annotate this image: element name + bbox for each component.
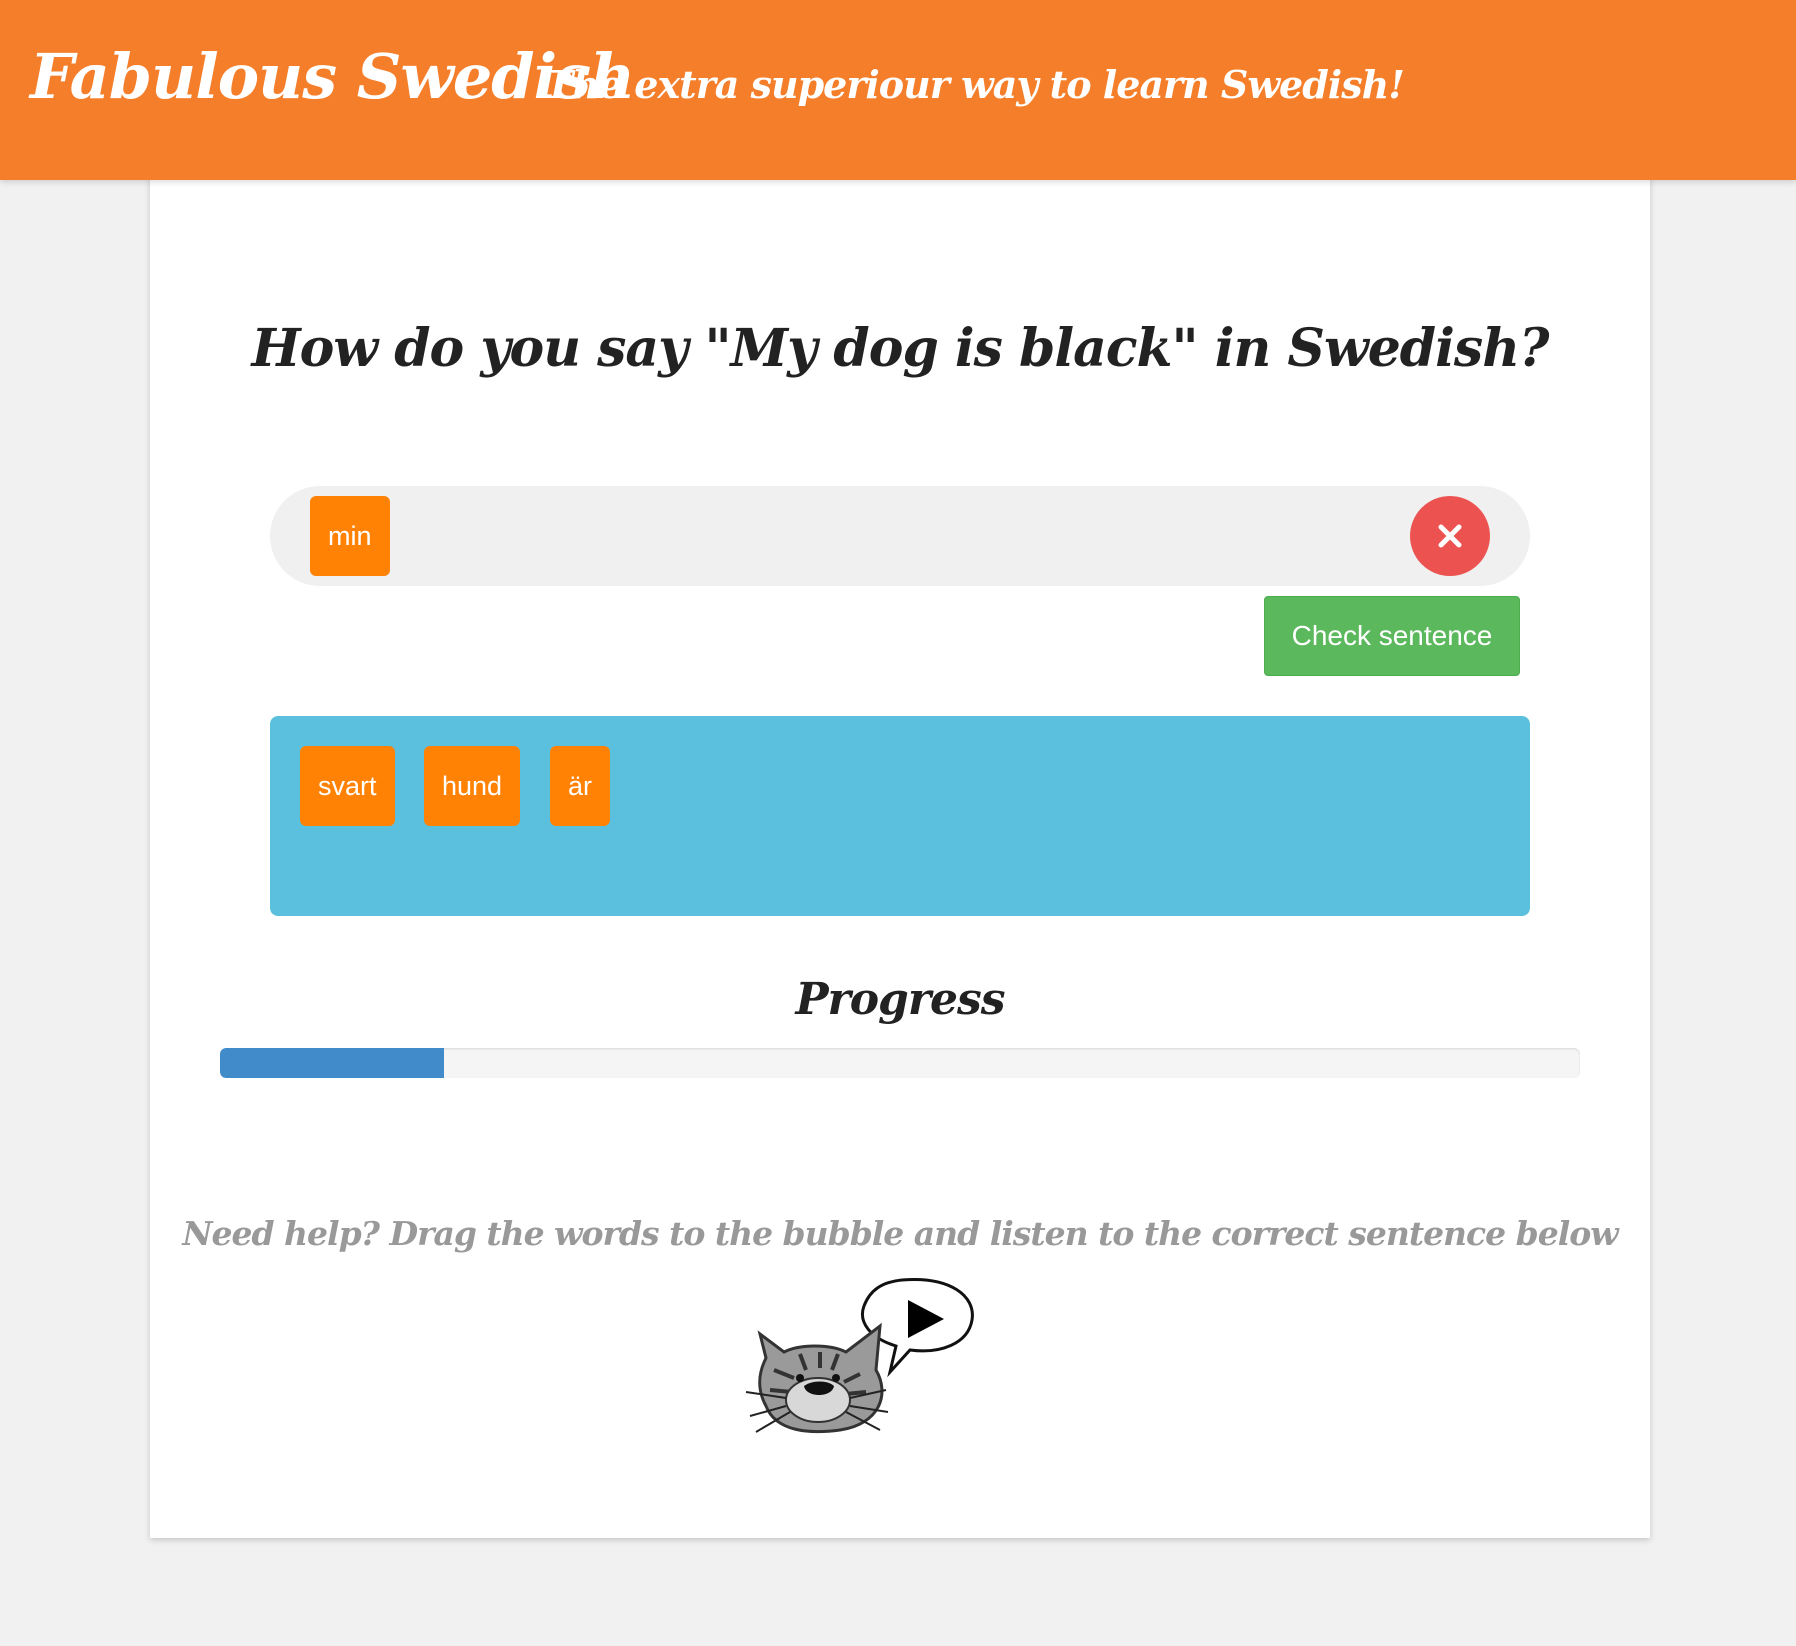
- brand-title: Fabulous Swedish: [30, 40, 635, 113]
- progress-bar-fill: [220, 1048, 445, 1078]
- word-bank-tile[interactable]: hund: [424, 746, 521, 826]
- brand-tagline: The extra superiour way to learn Swedish…: [545, 62, 1405, 107]
- play-audio-button[interactable]: [740, 1274, 980, 1444]
- word-bank[interactable]: svart hund är: [270, 716, 1530, 916]
- help-text: Need help? Drag the words to the bubble …: [182, 1214, 1618, 1253]
- word-bank-tile[interactable]: svart: [300, 746, 395, 826]
- cat-speech-play-icon: [745, 1277, 974, 1434]
- exercise-card: How do you say "My dog is black" in Swed…: [150, 176, 1650, 1538]
- answer-drop-zone[interactable]: min: [270, 486, 1530, 586]
- word-bank-tile[interactable]: är: [550, 746, 611, 826]
- answer-word-tile[interactable]: min: [310, 496, 390, 576]
- question-heading: How do you say "My dog is black" in Swed…: [251, 318, 1550, 379]
- progress-heading: Progress: [795, 974, 1005, 1025]
- site-header: Fabulous Swedish The extra superiour way…: [0, 0, 1796, 180]
- check-sentence-button[interactable]: Check sentence: [1264, 596, 1520, 676]
- progress-bar: [220, 1048, 1580, 1078]
- clear-answer-button[interactable]: [1410, 496, 1490, 576]
- close-icon: [1438, 524, 1462, 548]
